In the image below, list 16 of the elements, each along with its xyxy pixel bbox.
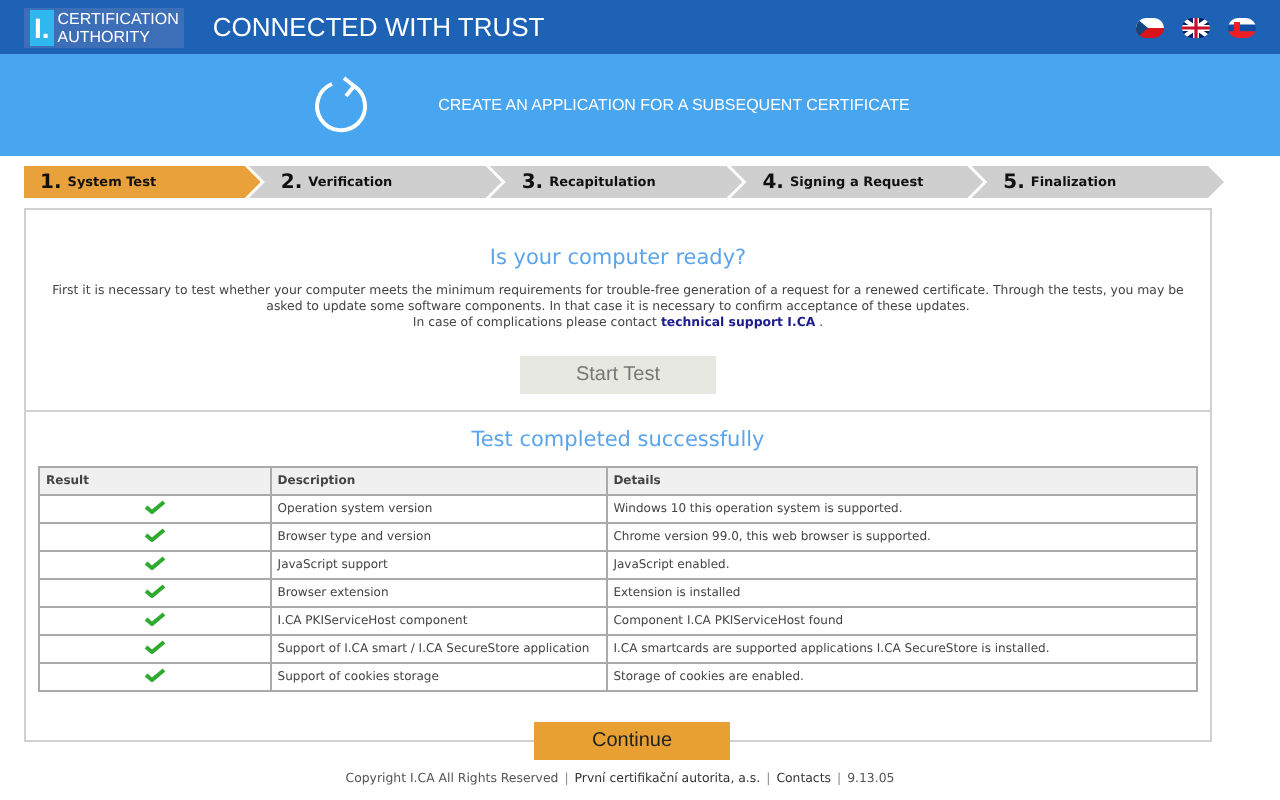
step-number: 1. (40, 171, 62, 193)
step-number: 2. (280, 171, 303, 193)
continue-button[interactable]: Continue (534, 722, 730, 760)
slovak-flag-icon[interactable] (1228, 17, 1256, 37)
british-flag-icon[interactable] (1182, 17, 1210, 37)
czech-flag-icon[interactable] (1136, 17, 1164, 37)
step-number: 4. (762, 171, 784, 193)
logo-text: CERTIFICATION (57, 9, 179, 27)
step-number: 3. (521, 171, 544, 193)
logo-text: AUTHORITY (57, 27, 153, 45)
step-number: 5. (1003, 171, 1025, 193)
slogan: CONNECTED WITH TRUST (212, 12, 547, 42)
logo-mark: I. (30, 9, 54, 45)
page-title: CREATE AN APPLICATION FOR A SUBSEQUENT CERTIFICATE (438, 96, 910, 114)
section-title: Is your computer ready? (489, 246, 747, 270)
section-title: Test completed successfully (471, 428, 765, 452)
